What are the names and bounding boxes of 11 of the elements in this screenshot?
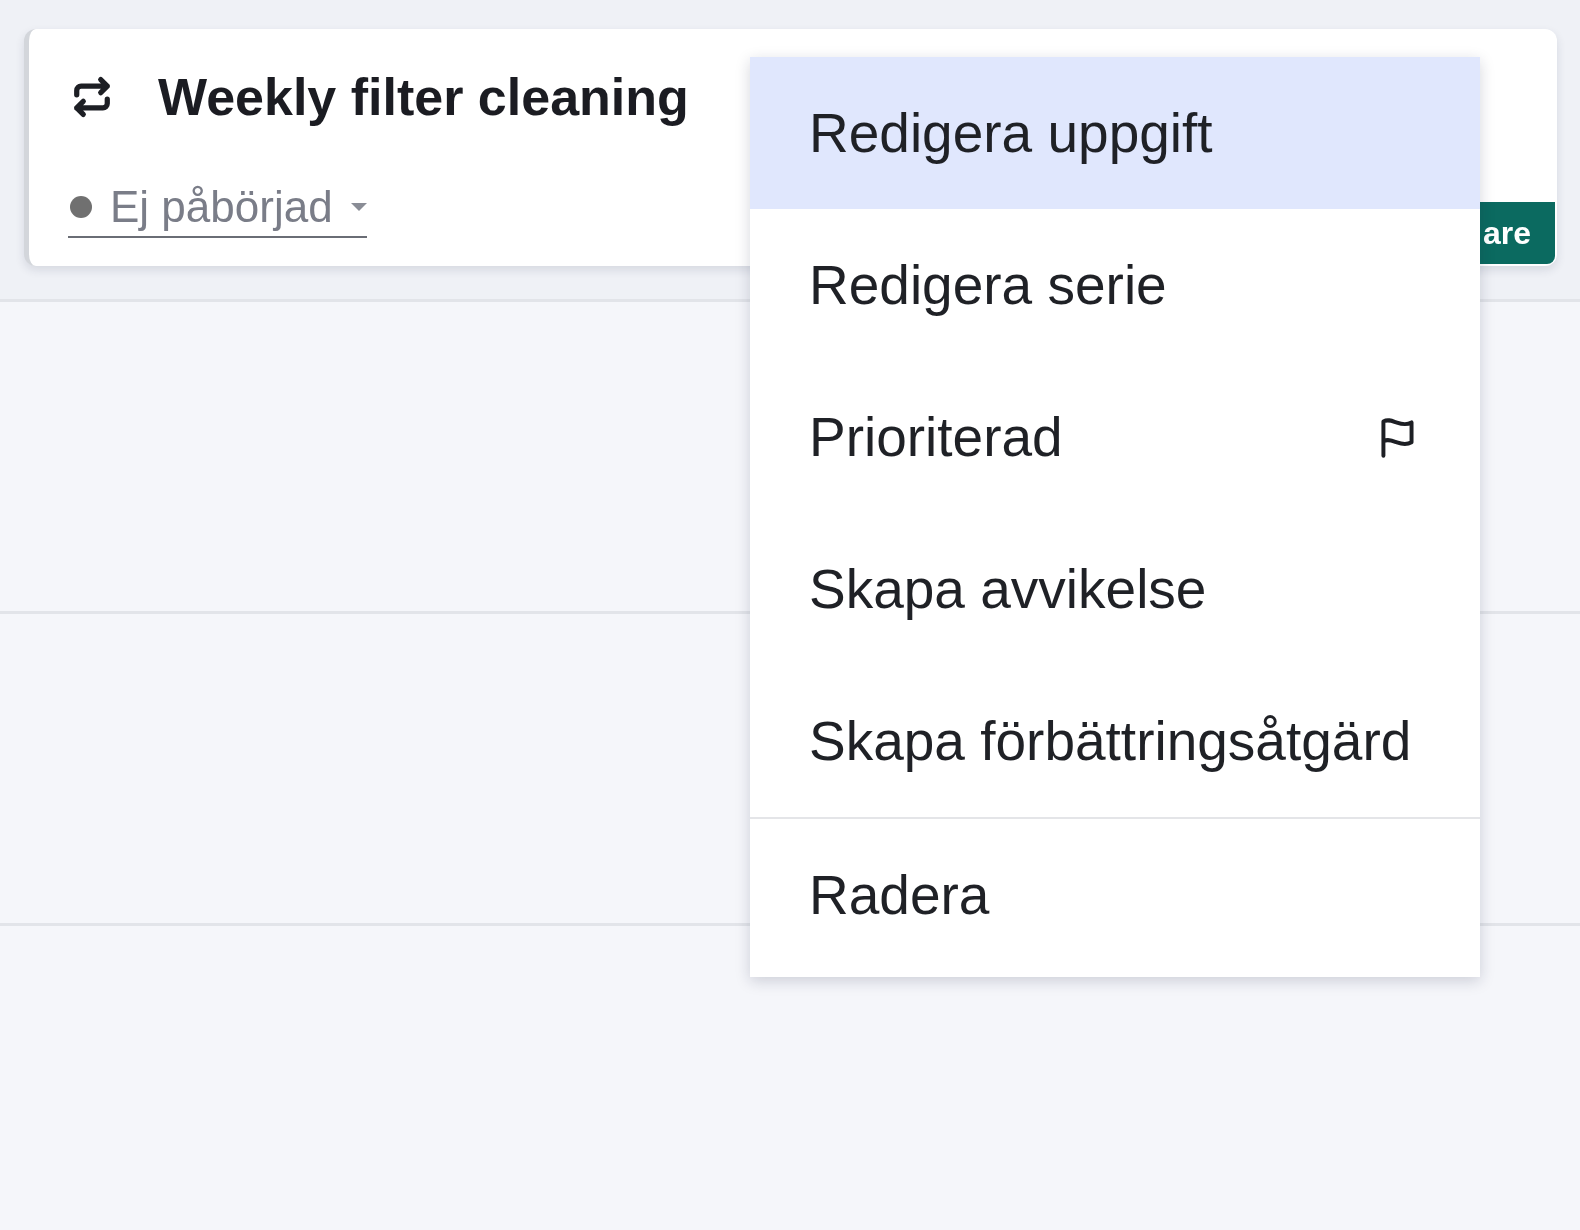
- status-dropdown[interactable]: Ej påbörjad: [68, 182, 367, 238]
- menu-item[interactable]: Skapa avvikelse: [750, 513, 1480, 665]
- menu-item[interactable]: Prioriterad: [750, 361, 1480, 513]
- task-title: Weekly filter cleaning: [158, 67, 689, 127]
- menu-item[interactable]: Redigera uppgift: [750, 57, 1480, 209]
- menu-item[interactable]: Redigera serie: [750, 209, 1480, 361]
- caret-icon: [350, 203, 367, 211]
- status-dot-icon: [70, 196, 92, 218]
- action-button[interactable]: are: [1478, 202, 1555, 264]
- menu-item[interactable]: Radera: [750, 819, 1480, 971]
- menu-item[interactable]: Skapa förbättringsåtgärd: [750, 665, 1480, 817]
